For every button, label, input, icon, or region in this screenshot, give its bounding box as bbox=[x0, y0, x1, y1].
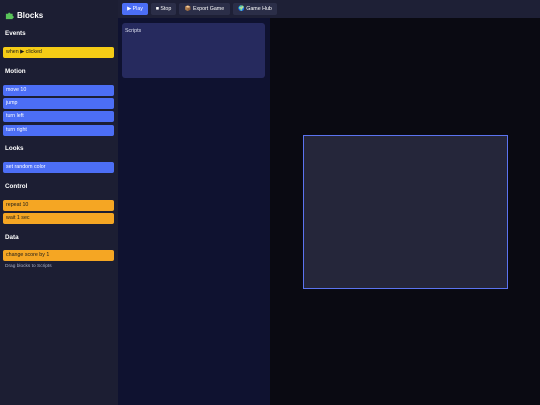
sidebar-title-text: Blocks bbox=[17, 11, 44, 20]
category-motion-label: Motion bbox=[5, 68, 26, 75]
block-jump[interactable]: jump bbox=[3, 98, 114, 109]
drag-hint: Drag blocks to Scripts bbox=[5, 264, 52, 269]
block-turn-left[interactable]: turn left bbox=[3, 111, 114, 122]
block-set-random-color[interactable]: set random color bbox=[3, 162, 114, 173]
game-stage[interactable] bbox=[303, 135, 508, 289]
package-icon: 📦 bbox=[184, 6, 192, 12]
block-repeat[interactable]: repeat 10 bbox=[3, 200, 114, 211]
game-hub-button[interactable]: 🌍 Game Hub bbox=[233, 3, 277, 15]
category-events-label: Events bbox=[5, 30, 26, 37]
block-turn-right[interactable]: turn right bbox=[3, 125, 114, 136]
toolbar: ▶ Play ■ Stop 📦 Export Game 🌍 Game Hub bbox=[118, 0, 540, 18]
scripts-label: Scripts bbox=[125, 28, 142, 34]
game-hub-label: Game Hub bbox=[246, 6, 272, 12]
play-button[interactable]: ▶ Play bbox=[122, 3, 148, 15]
export-game-label: Export Game bbox=[192, 6, 225, 12]
scripts-column: Scripts bbox=[118, 18, 270, 405]
block-move[interactable]: move 10 bbox=[3, 85, 114, 96]
puzzle-piece-icon bbox=[5, 12, 14, 20]
scripts-panel[interactable]: Scripts bbox=[122, 23, 265, 78]
category-data-label: Data bbox=[5, 234, 19, 241]
category-control-label: Control bbox=[5, 183, 28, 190]
stop-button[interactable]: ■ Stop bbox=[151, 3, 176, 15]
block-wait[interactable]: wait 1 sec bbox=[3, 213, 114, 224]
block-change-score[interactable]: change score by 1 bbox=[3, 250, 114, 261]
export-game-button[interactable]: 📦 Export Game bbox=[179, 3, 230, 15]
stage-area bbox=[270, 18, 540, 405]
sidebar-title: Blocks bbox=[5, 11, 43, 20]
blocks-sidebar: Blocks Events when ▶ clicked Motion move… bbox=[0, 0, 118, 405]
globe-icon: 🌍 bbox=[238, 6, 245, 12]
block-when-clicked[interactable]: when ▶ clicked bbox=[3, 47, 114, 58]
category-looks-label: Looks bbox=[5, 145, 24, 152]
